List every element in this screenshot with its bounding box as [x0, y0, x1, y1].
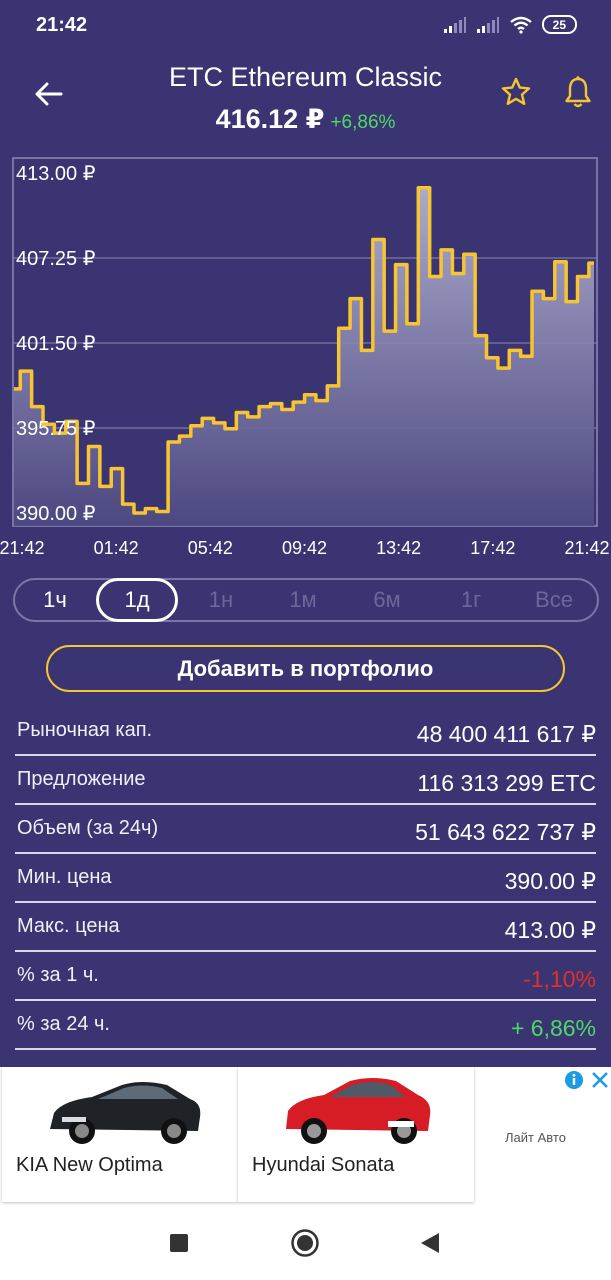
ad-controls: [564, 1070, 610, 1090]
stat-row: % за 1 ч. -1,10%: [15, 952, 596, 1001]
stat-label: Мин. цена: [17, 866, 112, 888]
x-tick-label: 09:42: [282, 538, 327, 558]
stat-value: 413.00 ₽: [504, 917, 596, 943]
stat-value: 48 400 411 617 ₽: [416, 721, 596, 747]
y-tick-label: 413.00 ₽: [16, 163, 96, 185]
stat-value: 116 313 299 ETC: [417, 770, 596, 796]
bell-icon[interactable]: [562, 75, 594, 109]
y-tick-label: 390.00 ₽: [16, 503, 96, 525]
status-icons: 25: [443, 15, 577, 34]
stat-label: Рыночная кап.: [17, 719, 153, 741]
stat-value: -1,10%: [523, 966, 596, 992]
ad-car-name: Hyundai Sonata: [252, 1154, 395, 1176]
stat-label: Предложение: [17, 768, 146, 790]
stat-row: Объем (за 24ч) 51 643 622 737 ₽: [15, 805, 596, 854]
stat-row: Предложение 116 313 299 ETC: [15, 756, 596, 805]
y-tick-label: 395.75 ₽: [16, 418, 96, 440]
status-time: 21:42: [36, 14, 88, 36]
stat-label: % за 24 ч.: [17, 1013, 110, 1035]
ad-sponsor[interactable]: Лайт Авто: [505, 1130, 566, 1145]
price-chart: 413.00 ₽ 407.25 ₽ 401.50 ₽ 395.75 ₽ 390.00 ₽…: [0, 157, 610, 558]
stat-row: % за 24 ч. + 6,86%: [15, 1001, 596, 1050]
period-tab[interactable]: Все: [526, 580, 582, 620]
stat-label: % за 1 ч.: [17, 964, 99, 986]
y-tick-label: 407.25 ₽: [16, 248, 96, 270]
current-price: 416.12 ₽: [215, 104, 325, 134]
wifi-icon: [509, 16, 532, 34]
home-circle-icon[interactable]: [290, 1228, 320, 1258]
stat-row: Мин. цена 390.00 ₽: [15, 854, 596, 903]
x-tick-label: 13:42: [376, 538, 421, 558]
y-tick-label: 401.50 ₽: [16, 333, 96, 355]
ad-banner[interactable]: KIA New Optima Hyundai Sonata Лайт Авто: [0, 1067, 611, 1207]
price-line: 416.12 ₽ +6,86%: [0, 104, 611, 135]
price-change: +6,86%: [330, 112, 396, 133]
add-to-portfolio-button[interactable]: Добавить в портфолио: [46, 645, 565, 692]
status-bar: 21:42 25: [0, 0, 611, 52]
stat-value: 51 643 622 737 ₽: [415, 819, 596, 845]
period-tab[interactable]: 1ч: [27, 580, 83, 620]
ad-card-hyundai[interactable]: Hyundai Sonata: [238, 1067, 474, 1202]
period-tab[interactable]: 1м: [275, 580, 331, 620]
stats-list: Рыночная кап. 48 400 411 617 ₽ Предложение…: [15, 707, 596, 1050]
period-tab[interactable]: 6м: [359, 580, 415, 620]
car-image: [286, 1078, 431, 1144]
stat-value: 390.00 ₽: [504, 868, 596, 894]
signal-icon: [443, 16, 466, 33]
stat-row: Рыночная кап. 48 400 411 617 ₽: [15, 707, 596, 756]
x-tick-label: 05:42: [188, 538, 233, 558]
period-tab[interactable]: 1г: [443, 580, 499, 620]
recents-square-icon[interactable]: [169, 1233, 189, 1253]
period-selector: 1ч 1д 1н 1м 6м 1г Все: [13, 578, 599, 622]
x-tick-label: 21:42: [0, 538, 45, 558]
x-tick-label: 21:42: [564, 538, 609, 558]
signal-icon: [476, 16, 499, 33]
stat-row: Макс. цена 413.00 ₽: [15, 903, 596, 952]
back-triangle-icon[interactable]: [419, 1231, 441, 1255]
close-icon[interactable]: [590, 1070, 610, 1090]
ad-car-name: KIA New Optima: [16, 1154, 163, 1176]
period-tab[interactable]: 1д: [96, 578, 178, 622]
stat-label: Объем (за 24ч): [17, 817, 159, 839]
x-tick-label: 17:42: [470, 538, 515, 558]
stat-label: Макс. цена: [17, 915, 120, 937]
ad-card-kia[interactable]: KIA New Optima: [2, 1067, 238, 1202]
info-icon[interactable]: [564, 1070, 584, 1090]
car-image: [50, 1082, 201, 1144]
favorite-star-icon[interactable]: [500, 76, 532, 108]
x-tick-label: 01:42: [94, 538, 139, 558]
period-tab[interactable]: 1н: [193, 580, 249, 620]
system-nav-bar: [0, 1207, 611, 1280]
battery-indicator: 25: [541, 15, 577, 34]
stat-value: + 6,86%: [510, 1015, 596, 1041]
